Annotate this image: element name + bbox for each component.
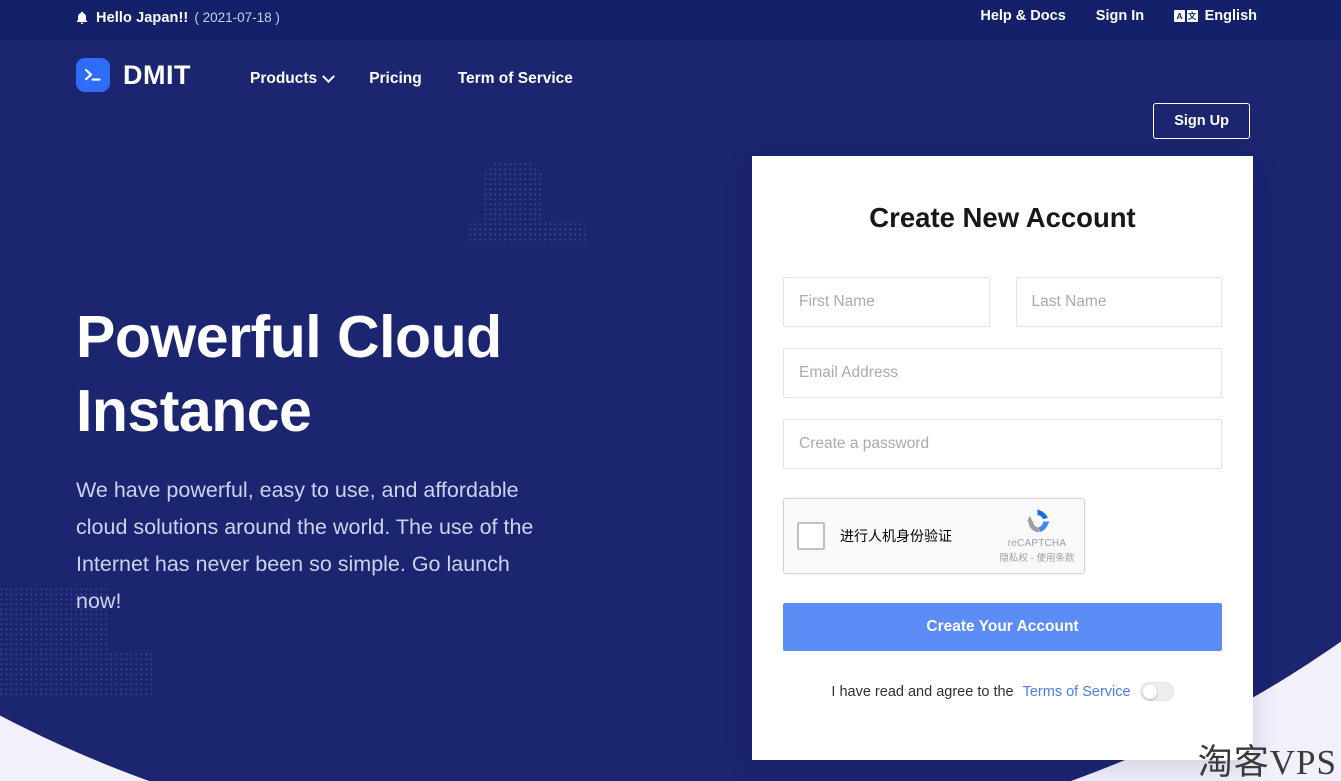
hero-paragraph: We have powerful, easy to use, and affor… bbox=[76, 472, 556, 620]
nav-item-pricing[interactable]: Pricing bbox=[369, 70, 422, 88]
create-account-card: Create New Account 进行人机身份验证 bbox=[752, 156, 1253, 760]
brand-logo[interactable]: DMIT bbox=[76, 58, 191, 92]
page-root: Hello Japan!! ( 2021-07-18 ) Help & Docs… bbox=[0, 0, 1341, 781]
recaptcha-widget[interactable]: 进行人机身份验证 reCAPTCHA 隐私权 - 使用条款 bbox=[783, 498, 1085, 574]
hero-section: Powerful Cloud Instance We have powerful… bbox=[76, 300, 676, 620]
announcement-date: ( 2021-07-18 ) bbox=[194, 10, 280, 25]
first-name-input[interactable] bbox=[783, 277, 990, 327]
terms-agreement: I have read and agree to the Terms of Se… bbox=[783, 682, 1222, 701]
nav-item-term-of-service[interactable]: Term of Service bbox=[458, 70, 573, 88]
bell-icon bbox=[76, 11, 88, 25]
watermark: 淘客VPS bbox=[1198, 734, 1337, 781]
top-utility-bar-content: Hello Japan!! ( 2021-07-18 ) Help & Docs… bbox=[0, 0, 1341, 40]
language-label: English bbox=[1205, 8, 1257, 24]
last-name-input[interactable] bbox=[1016, 277, 1223, 327]
terms-of-service-link[interactable]: Terms of Service bbox=[1023, 684, 1131, 700]
nav-item-term-of-service-label: Term of Service bbox=[458, 70, 573, 88]
help-and-docs-link[interactable]: Help & Docs bbox=[980, 8, 1065, 24]
translate-icon-cjk: 文 bbox=[1187, 10, 1198, 22]
translate-icon-latin: A bbox=[1174, 10, 1185, 22]
chevron-down-icon bbox=[322, 70, 335, 83]
recaptcha-label: 进行人机身份验证 bbox=[840, 526, 952, 546]
terms-agree-toggle[interactable] bbox=[1140, 682, 1174, 701]
name-fields-row bbox=[783, 277, 1222, 327]
main-navbar: DMIT Products Pricing Term of Service Si… bbox=[0, 40, 1341, 124]
recaptcha-checkbox[interactable] bbox=[797, 522, 825, 550]
recaptcha-logo-icon bbox=[1022, 506, 1053, 537]
nav-item-products-label: Products bbox=[250, 70, 317, 88]
dotted-cloud-decoration bbox=[424, 148, 602, 244]
create-account-button[interactable]: Create Your Account bbox=[783, 603, 1222, 651]
password-input[interactable] bbox=[783, 419, 1222, 469]
language-selector[interactable]: A 文 English bbox=[1174, 8, 1257, 24]
nav-links: Products Pricing Term of Service bbox=[250, 70, 573, 88]
announcement: Hello Japan!! ( 2021-07-18 ) bbox=[76, 10, 280, 26]
top-utility-links: Help & Docs Sign In A 文 English bbox=[980, 8, 1257, 24]
email-input[interactable] bbox=[783, 348, 1222, 398]
recaptcha-brand-name: reCAPTCHA bbox=[998, 538, 1076, 549]
nav-item-products[interactable]: Products bbox=[250, 70, 333, 88]
terminal-prompt-icon bbox=[76, 58, 110, 92]
brand-name: DMIT bbox=[123, 60, 191, 91]
hero-heading: Powerful Cloud Instance bbox=[76, 300, 676, 448]
sign-up-button[interactable]: Sign Up bbox=[1153, 103, 1250, 139]
sign-in-link[interactable]: Sign In bbox=[1096, 8, 1144, 24]
password-field-row bbox=[783, 419, 1222, 469]
terms-text: I have read and agree to the bbox=[831, 684, 1013, 700]
email-field-row bbox=[783, 348, 1222, 398]
nav-item-pricing-label: Pricing bbox=[369, 70, 422, 88]
translate-icon: A 文 bbox=[1174, 10, 1198, 22]
recaptcha-branding: reCAPTCHA 隐私权 - 使用条款 bbox=[998, 506, 1076, 564]
card-title: Create New Account bbox=[783, 202, 1222, 234]
announcement-text: Hello Japan!! bbox=[96, 10, 188, 26]
recaptcha-legal-links[interactable]: 隐私权 - 使用条款 bbox=[998, 550, 1076, 564]
